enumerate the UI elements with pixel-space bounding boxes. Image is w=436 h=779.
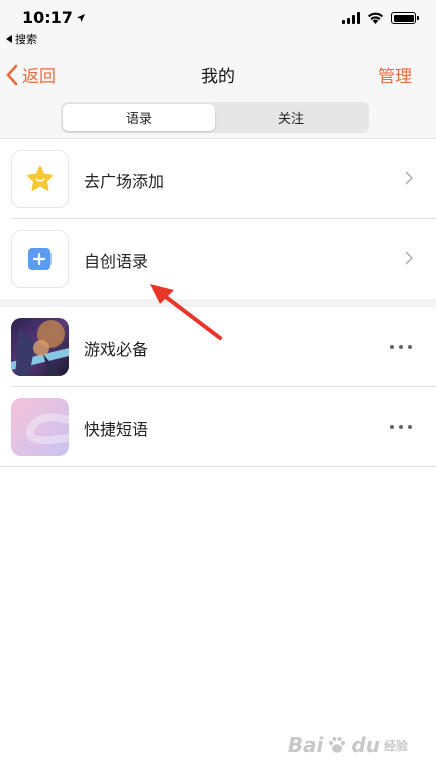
list-bottom-divider <box>0 466 436 467</box>
annotation-arrow-icon <box>150 284 222 340</box>
baidu-watermark: Bai du 经验 <box>288 733 408 757</box>
tab-following[interactable]: 关注 <box>215 104 367 131</box>
back-triangle-icon <box>6 35 12 43</box>
list-item-go-to-square[interactable]: 去广场添加 <box>0 139 436 219</box>
back-to-app-button[interactable]: 搜索 <box>6 31 37 47</box>
clock: 10:17 <box>22 8 86 27</box>
navigation-bar: 返回 我的 管理 <box>0 48 436 100</box>
list-item-label: 自创语录 <box>84 252 149 271</box>
watermark-brand: Bai <box>287 733 324 757</box>
plus-square-icon <box>28 248 52 270</box>
wifi-icon <box>368 12 383 24</box>
cellular-signal-icon <box>342 12 360 24</box>
status-icons <box>342 12 419 24</box>
gradient-artwork-image <box>11 398 69 456</box>
list-item-label: 快捷短语 <box>84 420 149 439</box>
status-bar: 10:17 搜索 <box>0 0 436 48</box>
star-icon <box>27 166 53 191</box>
segmented-control: 语录 关注 <box>61 102 369 133</box>
game-thumbnail <box>11 318 69 376</box>
list-item-quick-phrases[interactable]: 快捷短语 <box>0 387 436 467</box>
clock-time: 10:17 <box>22 8 73 27</box>
chevron-right-icon <box>405 171 413 185</box>
list-item-label: 去广场添加 <box>84 172 165 191</box>
plus-tile <box>11 230 69 288</box>
more-options-icon[interactable] <box>390 425 412 429</box>
star-tile <box>11 150 69 208</box>
location-arrow-icon <box>76 13 85 22</box>
chevron-right-icon <box>405 251 413 265</box>
watermark-brand-end: du <box>351 733 380 757</box>
tab-quotes[interactable]: 语录 <box>63 104 215 131</box>
paw-logo-icon <box>329 737 346 753</box>
gradient-thumbnail <box>11 398 69 456</box>
manage-button[interactable]: 管理 <box>378 62 412 87</box>
tab-bar: 语录 关注 <box>0 100 436 138</box>
watermark-sub: 经验 <box>383 738 408 753</box>
page-title: 我的 <box>201 67 235 87</box>
battery-icon <box>391 12 419 24</box>
more-options-icon[interactable] <box>390 345 412 349</box>
game-artwork-image <box>11 318 69 376</box>
list-item-label: 游戏必备 <box>84 340 149 359</box>
back-to-app-label: 搜索 <box>15 33 37 46</box>
